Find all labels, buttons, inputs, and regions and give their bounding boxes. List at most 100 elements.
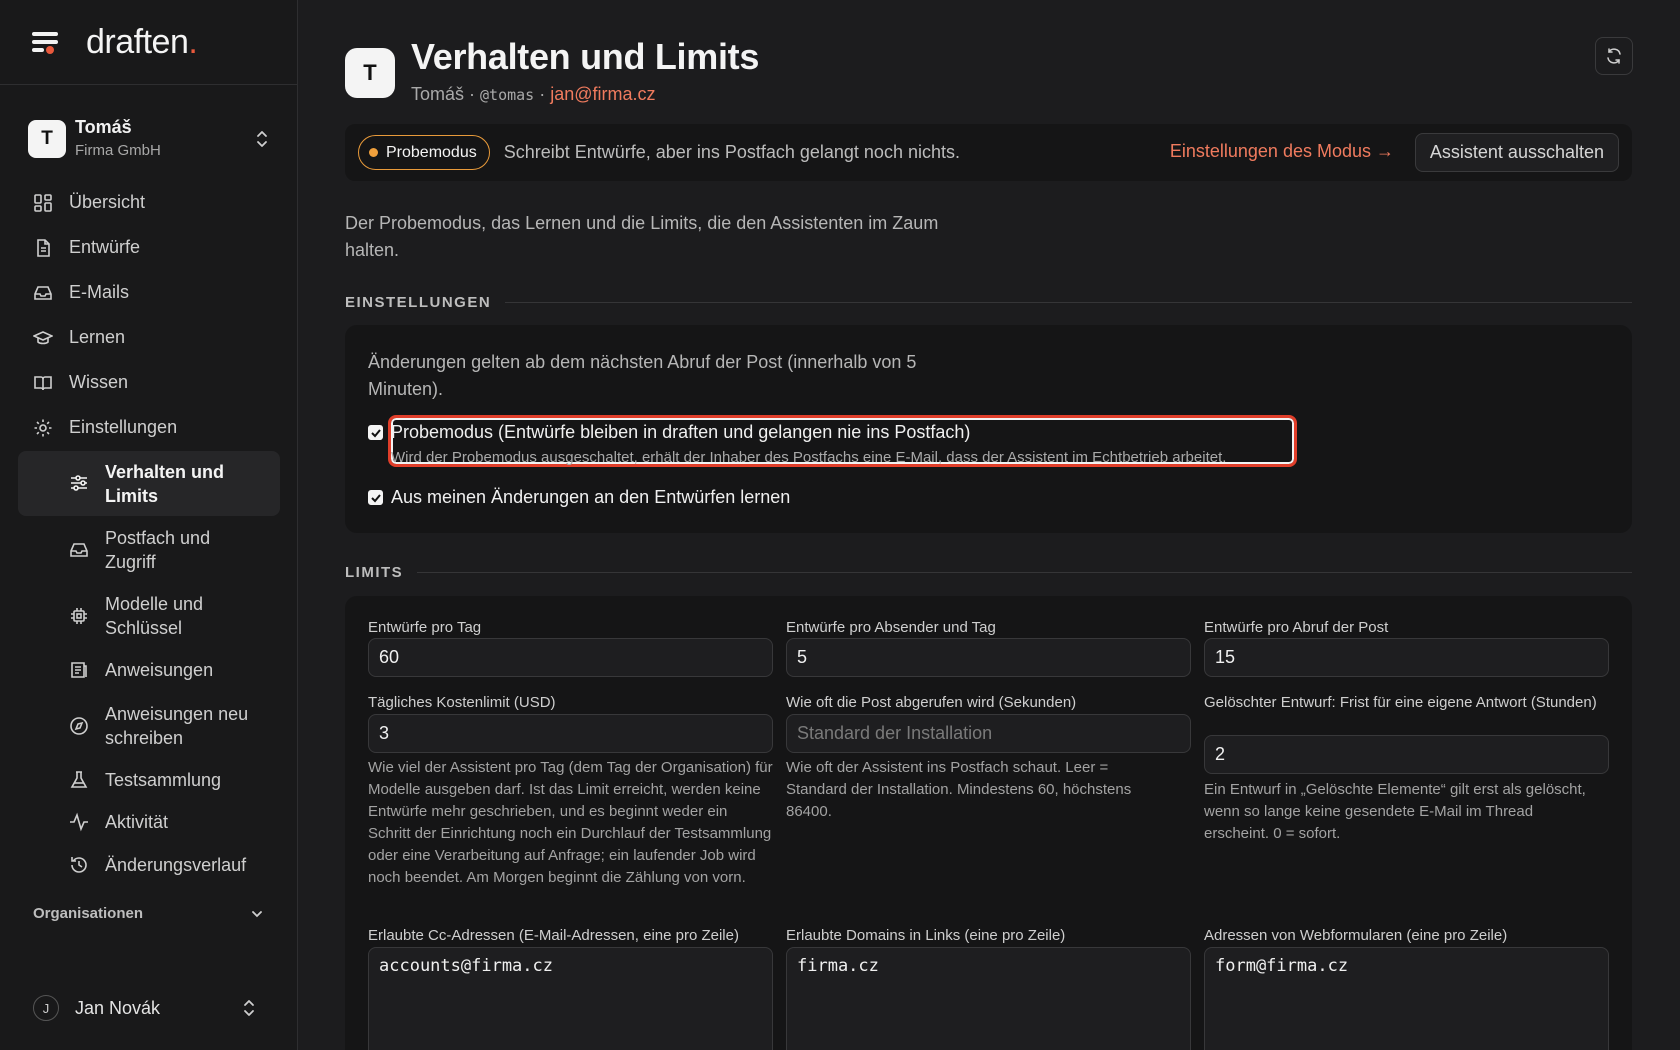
subnav-item-models[interactable]: Modelle und Schlüssel bbox=[18, 588, 280, 644]
cc-addresses-textarea[interactable]: accounts@firma.cz bbox=[368, 947, 773, 1050]
history-icon bbox=[68, 854, 90, 876]
nav-item-settings[interactable]: Einstellungen bbox=[18, 405, 280, 450]
status-dot bbox=[369, 148, 378, 157]
status-badge: Probemodus bbox=[358, 135, 490, 170]
page-avatar: T bbox=[345, 48, 395, 98]
drafts-per-poll-input[interactable]: 15 bbox=[1204, 638, 1609, 677]
banner-text: Schreibt Entwürfe, aber ins Postfach gel… bbox=[503, 142, 960, 162]
subnav-label: Aktivität bbox=[105, 812, 169, 832]
poll-interval-input[interactable]: Standard der Installation bbox=[786, 714, 1191, 753]
webform-addresses-label: Adressen von Webformularen (eine pro Zei… bbox=[1204, 927, 1508, 944]
section-heading-limits: LIMITS bbox=[345, 564, 1632, 581]
page-title: Verhalten und Limits bbox=[411, 36, 760, 77]
mode-settings-link[interactable]: Einstellungen des Modus → bbox=[1170, 141, 1394, 162]
nav-item-overview[interactable]: Übersicht bbox=[18, 180, 280, 225]
subnav-item-history[interactable]: Änderungsverlauf bbox=[18, 851, 280, 879]
compass-icon bbox=[68, 715, 90, 737]
sliders-icon bbox=[68, 472, 90, 494]
user-menu[interactable]: J Jan Novák bbox=[33, 994, 265, 1022]
page-subtitle: Tomáš · @tomas · jan@firma.cz bbox=[411, 84, 656, 105]
cc-addresses-label: Erlaubte Cc-Adressen (E-Mail-Adressen, e… bbox=[368, 927, 739, 944]
subtitle-name: Tomáš bbox=[411, 84, 465, 104]
nav-label: Übersicht bbox=[69, 192, 146, 212]
book-icon bbox=[32, 372, 54, 394]
learn-checkbox[interactable] bbox=[368, 490, 383, 505]
probe-mode-description: Wird der Probemodus ausgeschaltet, erhäl… bbox=[391, 449, 1227, 466]
account-switcher[interactable]: T Tomáš Firma GmbH bbox=[28, 117, 272, 160]
activity-icon bbox=[68, 811, 90, 833]
nav-item-drafts[interactable]: Entwürfe bbox=[18, 225, 280, 270]
account-name: Tomáš bbox=[75, 117, 132, 137]
deleted-grace-help: Ein Entwurf in „Gelöschte Elemente“ gilt… bbox=[1204, 781, 1586, 842]
probe-mode-label[interactable]: Probemodus (Entwürfe bleiben in draften … bbox=[391, 422, 970, 443]
main-nav: Übersicht Entwürfe E-Mails Lernen Wissen… bbox=[18, 180, 280, 450]
subtitle-email[interactable]: jan@firma.cz bbox=[550, 84, 655, 104]
section-title: LIMITS bbox=[345, 564, 404, 581]
grid-icon bbox=[32, 192, 54, 214]
menu-icon[interactable] bbox=[32, 30, 60, 54]
limits-card: Entwürfe pro Tag 60 Entwürfe pro Absende… bbox=[345, 596, 1632, 1050]
file-icon bbox=[32, 237, 54, 259]
link-domains-label: Erlaubte Domains in Links (eine pro Zeil… bbox=[786, 927, 1066, 944]
status-badge-label: Probemodus bbox=[386, 143, 477, 161]
webform-addresses-textarea[interactable]: form@firma.cz bbox=[1204, 947, 1609, 1050]
user-avatar: J bbox=[33, 995, 59, 1021]
organizations-toggle[interactable]: Organisationen bbox=[33, 905, 265, 922]
chip-icon bbox=[68, 605, 90, 627]
subnav-label: Änderungsverlauf bbox=[105, 855, 247, 875]
subnav-item-activity[interactable]: Aktivität bbox=[18, 808, 280, 836]
poll-interval-label: Wie oft die Post abgerufen wird (Sekunde… bbox=[786, 694, 1077, 711]
deleted-grace-input[interactable]: 2 bbox=[1204, 735, 1609, 774]
user-name: Jan Novák bbox=[75, 997, 161, 1018]
nav-label: Entwürfe bbox=[69, 237, 141, 257]
section-title: EINSTELLUNGEN bbox=[345, 294, 492, 311]
nav-label: E-Mails bbox=[69, 282, 130, 302]
subnav-label: Verhalten und Limits bbox=[105, 461, 225, 506]
subnav-item-instructions[interactable]: Anweisungen bbox=[18, 656, 280, 684]
drafts-per-day-input[interactable]: 60 bbox=[368, 638, 773, 677]
updown-icon bbox=[244, 1000, 254, 1016]
cost-limit-input[interactable]: 3 bbox=[368, 714, 773, 753]
nav-item-emails[interactable]: E-Mails bbox=[18, 270, 280, 315]
organizations-label: Organisationen bbox=[33, 905, 144, 922]
sidebar: draften. T Tomáš Firma GmbH Übersicht En… bbox=[0, 0, 298, 1050]
subnav-label: Postfach und Zugriff bbox=[105, 528, 211, 572]
link-domains-textarea[interactable]: firma.cz bbox=[786, 947, 1191, 1050]
flask-icon bbox=[68, 769, 90, 791]
subtitle-handle: @tomas bbox=[480, 86, 535, 104]
drafts-per-sender-label: Entwürfe pro Absender und Tag bbox=[786, 619, 996, 636]
nav-item-learning[interactable]: Lernen bbox=[18, 315, 280, 360]
settings-card: Änderungen gelten ab dem nächsten Abruf … bbox=[345, 325, 1632, 533]
disable-assistant-button[interactable]: Assistent ausschalten bbox=[1414, 133, 1619, 172]
drafts-per-poll-label: Entwürfe pro Abruf der Post bbox=[1204, 619, 1389, 636]
brand-logo[interactable]: draften. bbox=[86, 23, 198, 62]
subnav-item-behavior[interactable]: Verhalten und Limits bbox=[18, 451, 280, 516]
subtitle-sep: · bbox=[534, 84, 551, 104]
learn-label[interactable]: Aus meinen Änderungen an den Entwürfen l… bbox=[391, 487, 790, 508]
nav-label: Wissen bbox=[69, 372, 129, 392]
subnav-item-mailbox[interactable]: Postfach und Zugriff bbox=[18, 522, 280, 578]
account-org: Firma GmbH bbox=[75, 142, 161, 159]
mode-banner: Probemodus Schreibt Entwürfe, aber ins P… bbox=[345, 124, 1632, 181]
inbox-icon bbox=[68, 539, 90, 561]
page-intro: Der Probemodus, das Lernen und die Limit… bbox=[345, 213, 939, 260]
nav-label: Lernen bbox=[69, 327, 126, 347]
drafts-per-day-label: Entwürfe pro Tag bbox=[368, 619, 482, 636]
refresh-button[interactable] bbox=[1595, 37, 1633, 75]
cost-limit-label: Tägliches Kostenlimit (USD) bbox=[368, 694, 556, 711]
sidebar-header: draften. bbox=[0, 0, 297, 85]
subnav-label: Anweisungen neu schreiben bbox=[105, 704, 249, 748]
subtitle-sep: · bbox=[464, 84, 481, 104]
drafts-per-sender-input[interactable]: 5 bbox=[786, 638, 1191, 677]
section-heading-settings: EINSTELLUNGEN bbox=[345, 294, 1632, 311]
probe-mode-checkbox[interactable] bbox=[368, 425, 383, 440]
list-icon bbox=[68, 659, 90, 681]
subnav-label: Modelle und Schlüssel bbox=[105, 594, 204, 638]
deleted-grace-label: Gelöschter Entwurf: Frist für eine eigen… bbox=[1204, 694, 1597, 711]
nav-item-knowledge[interactable]: Wissen bbox=[18, 360, 280, 405]
cost-limit-help: Wie viel der Assistent pro Tag (dem Tag … bbox=[368, 759, 773, 886]
inbox-icon bbox=[32, 282, 54, 304]
subnav-item-rewrite[interactable]: Anweisungen neu schreiben bbox=[18, 698, 280, 754]
subnav-item-testset[interactable]: Testsammlung bbox=[18, 766, 280, 794]
settings-note: Änderungen gelten ab dem nächsten Abruf … bbox=[368, 352, 917, 399]
